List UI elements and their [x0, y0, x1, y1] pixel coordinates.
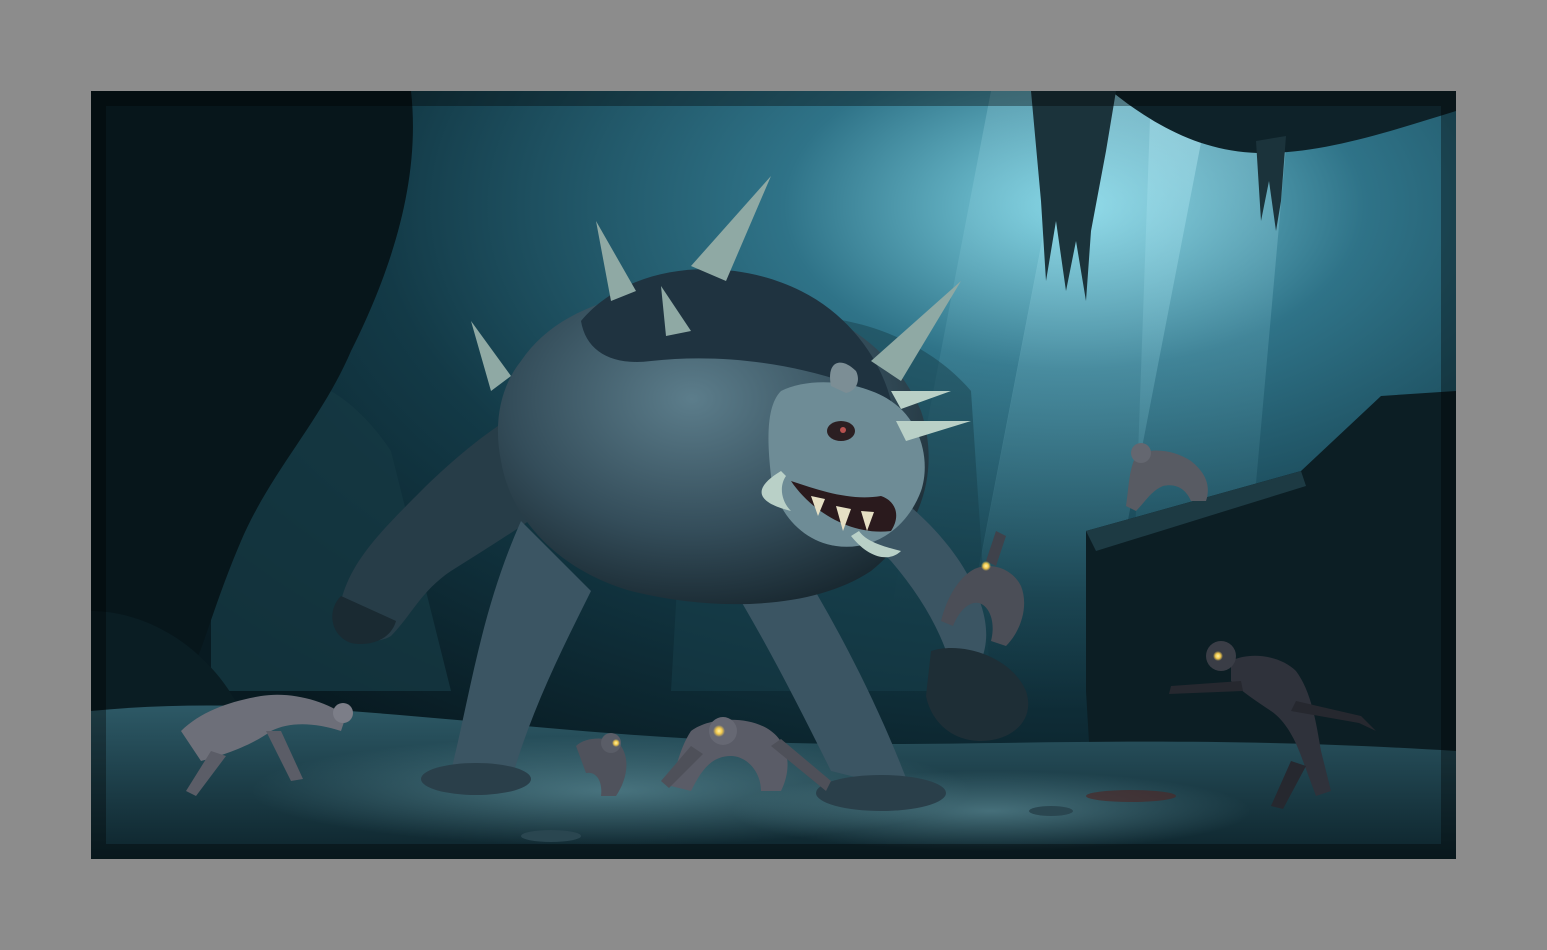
troll-left-foot	[421, 763, 531, 795]
ground-mist-2	[731, 771, 1251, 851]
scene-artwork	[91, 91, 1456, 859]
cave-scene-svg	[91, 91, 1456, 859]
goblin-eye	[713, 725, 725, 737]
goblin-eye-right	[1213, 651, 1223, 661]
troll-eye-pupil	[840, 427, 846, 433]
troll-right-foot	[816, 775, 946, 811]
picture-frame	[0, 0, 1547, 950]
